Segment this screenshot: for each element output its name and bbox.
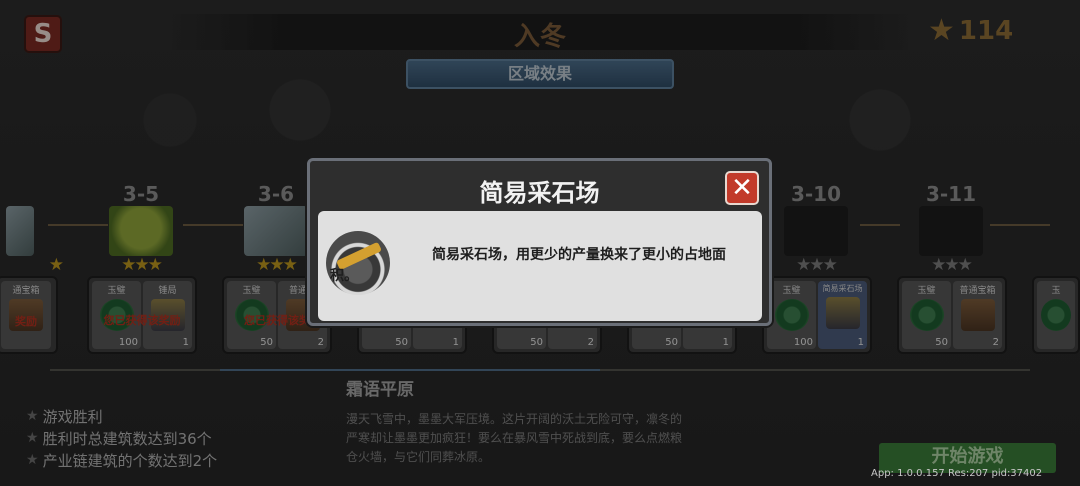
dialog-body: 简易采石场，用更少的产量换来了更小的占地面积。 [318,211,762,321]
close-icon: ✕ [731,173,753,203]
dialog-description: 简易采石场，用更少的产量换来了更小的占地面积。 [330,247,726,284]
dialog-title: 简易采石场 [479,179,600,207]
close-button[interactable]: ✕ [725,171,759,205]
version-label: App: 1.0.0.157 Res:207 pid:37402 [871,468,1043,479]
building-info-dialog: 简易采石场 ✕ 简易采石场，用更少的产量换来了更小的占地面积。 [307,158,772,326]
